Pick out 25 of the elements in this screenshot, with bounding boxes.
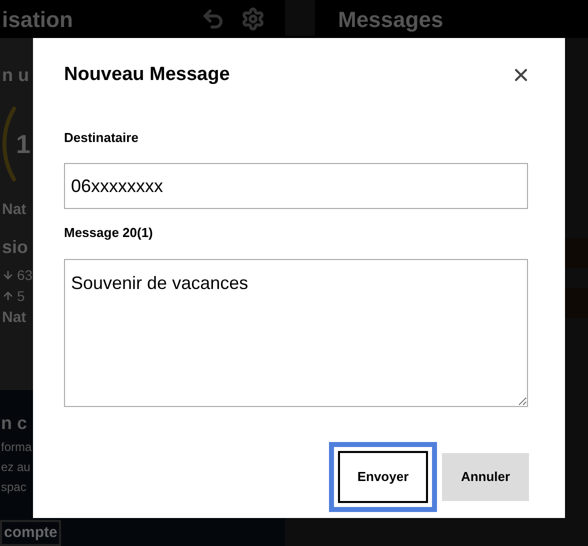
undo-icon[interactable]	[201, 7, 225, 31]
send-button[interactable]: Envoyer	[329, 442, 437, 512]
plan-name: Nat	[2, 308, 28, 328]
upload-icon	[2, 290, 14, 302]
field-label: Message 20(1)	[64, 224, 154, 242]
header-title: isation	[1, 6, 73, 34]
recipient-field[interactable]: 06xxxxxxxx	[64, 163, 528, 209]
download-value: 63	[17, 266, 33, 284]
plan-name: Nat	[2, 200, 28, 220]
section-heading: n u	[2, 64, 29, 87]
message-field[interactable]: Souvenir de vacances	[64, 258, 528, 406]
info-text: forma	[1, 439, 33, 456]
dialog-title: Nouveau Message	[64, 63, 230, 87]
info-text: ez au	[1, 459, 32, 476]
field-label: Destinataire	[64, 128, 140, 146]
section-heading: n c	[1, 412, 28, 435]
header-title: Messages	[338, 6, 444, 34]
download-icon	[2, 269, 14, 281]
usage-value: 1	[16, 128, 30, 160]
account-button[interactable]: compte	[0, 520, 62, 546]
section-heading: sio	[2, 236, 28, 258]
cancel-button[interactable]: Annuler	[442, 452, 529, 500]
settings-icon[interactable]	[241, 7, 265, 31]
upload-value: 5	[17, 286, 25, 306]
info-text: spac	[1, 479, 28, 496]
